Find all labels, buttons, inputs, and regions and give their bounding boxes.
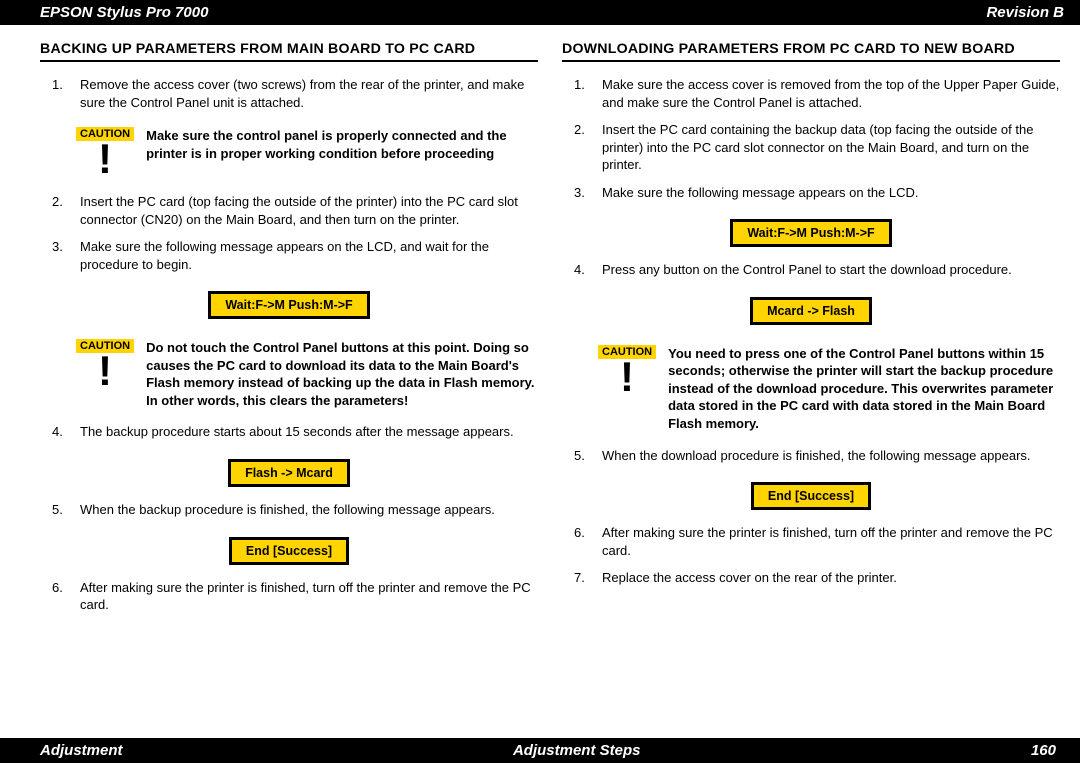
step-number: 4. (40, 423, 80, 441)
step-text: Remove the access cover (two screws) fro… (80, 76, 538, 111)
footer-center: Adjustment Steps (123, 742, 1031, 759)
step-text: Make sure the following message appears … (80, 238, 538, 273)
content-area: BACKING UP PARAMETERS FROM MAIN BOARD TO… (0, 25, 1080, 738)
list-item: 2. Insert the PC card (top facing the ou… (40, 193, 538, 228)
caution-block: CAUTION ! You need to press one of the C… (598, 345, 1060, 433)
list-item: 6. After making sure the printer is fini… (40, 579, 538, 614)
step-text: The backup procedure starts about 15 sec… (80, 423, 538, 441)
step-number: 5. (562, 447, 602, 465)
step-text: Make sure the access cover is removed fr… (602, 76, 1060, 111)
lcd-display: Mcard -> Flash (562, 297, 1060, 325)
download-steps-cont2: 5. When the download procedure is finish… (562, 447, 1060, 475)
footer-bar: Adjustment Adjustment Steps 160 (0, 738, 1080, 763)
lcd-message: End [Success] (751, 482, 871, 510)
revision-label: Revision B (986, 4, 1064, 21)
backup-steps-cont3: 5. When the backup procedure is finished… (40, 501, 538, 529)
caution-text: Make sure the control panel is properly … (146, 127, 538, 162)
list-item: 4. Press any button on the Control Panel… (562, 261, 1060, 279)
exclamation-icon: ! (83, 139, 127, 179)
download-steps-cont: 4. Press any button on the Control Panel… (562, 261, 1060, 289)
backup-steps-cont2: 4. The backup procedure starts about 15 … (40, 423, 538, 451)
list-item: 4. The backup procedure starts about 15 … (40, 423, 538, 441)
step-text: When the download procedure is finished,… (602, 447, 1060, 465)
backup-steps-cont: 2. Insert the PC card (top facing the ou… (40, 193, 538, 283)
download-steps-cont3: 6. After making sure the printer is fini… (562, 524, 1060, 597)
caution-icon: CAUTION ! (76, 127, 134, 179)
lcd-message: Wait:F->M Push:M->F (208, 291, 369, 319)
lcd-message: Flash -> Mcard (228, 459, 350, 487)
list-item: 3. Make sure the following message appea… (562, 184, 1060, 202)
step-text: Insert the PC card (top facing the outsi… (80, 193, 538, 228)
step-text: Insert the PC card containing the backup… (602, 121, 1060, 174)
step-number: 6. (40, 579, 80, 614)
caution-block: CAUTION ! Make sure the control panel is… (76, 127, 538, 179)
exclamation-icon: ! (83, 351, 127, 391)
step-number: 3. (562, 184, 602, 202)
backup-steps-cont4: 6. After making sure the printer is fini… (40, 579, 538, 624)
caution-block: CAUTION ! Do not touch the Control Panel… (76, 339, 538, 409)
page-number: 160 (1031, 742, 1056, 759)
caution-icon: CAUTION ! (76, 339, 134, 391)
lcd-display: End [Success] (40, 537, 538, 565)
doc-title: EPSON Stylus Pro 7000 (40, 4, 208, 21)
step-number: 2. (40, 193, 80, 228)
step-number: 1. (40, 76, 80, 111)
exclamation-icon: ! (605, 357, 649, 397)
step-number: 1. (562, 76, 602, 111)
step-text: When the backup procedure is finished, t… (80, 501, 538, 519)
step-number: 4. (562, 261, 602, 279)
right-column: DOWNLOADING PARAMETERS FROM PC CARD TO N… (562, 41, 1060, 728)
section-title-backup: BACKING UP PARAMETERS FROM MAIN BOARD TO… (40, 41, 538, 62)
list-item: 7. Replace the access cover on the rear … (562, 569, 1060, 587)
step-number: 7. (562, 569, 602, 587)
caution-icon: CAUTION ! (598, 345, 656, 397)
header-bar: EPSON Stylus Pro 7000 Revision B (0, 0, 1080, 25)
step-number: 5. (40, 501, 80, 519)
section-title-download: DOWNLOADING PARAMETERS FROM PC CARD TO N… (562, 41, 1060, 62)
step-text: After making sure the printer is finishe… (80, 579, 538, 614)
step-number: 3. (40, 238, 80, 273)
list-item: 3. Make sure the following message appea… (40, 238, 538, 273)
step-text: After making sure the printer is finishe… (602, 524, 1060, 559)
list-item: 6. After making sure the printer is fini… (562, 524, 1060, 559)
list-item: 5. When the backup procedure is finished… (40, 501, 538, 519)
lcd-display: Flash -> Mcard (40, 459, 538, 487)
backup-steps: 1. Remove the access cover (two screws) … (40, 76, 538, 121)
lcd-message: Mcard -> Flash (750, 297, 872, 325)
lcd-message: End [Success] (229, 537, 349, 565)
list-item: 1. Remove the access cover (two screws) … (40, 76, 538, 111)
step-number: 6. (562, 524, 602, 559)
lcd-display: Wait:F->M Push:M->F (40, 291, 538, 319)
lcd-display: End [Success] (562, 482, 1060, 510)
left-column: BACKING UP PARAMETERS FROM MAIN BOARD TO… (40, 41, 538, 728)
download-steps: 1. Make sure the access cover is removed… (562, 76, 1060, 211)
manual-page: EPSON Stylus Pro 7000 Revision B BACKING… (0, 0, 1080, 763)
footer-left: Adjustment (40, 742, 123, 759)
list-item: 5. When the download procedure is finish… (562, 447, 1060, 465)
lcd-display: Wait:F->M Push:M->F (562, 219, 1060, 247)
step-text: Replace the access cover on the rear of … (602, 569, 1060, 587)
caution-text: Do not touch the Control Panel buttons a… (146, 339, 538, 409)
lcd-message: Wait:F->M Push:M->F (730, 219, 891, 247)
step-number: 2. (562, 121, 602, 174)
step-text: Make sure the following message appears … (602, 184, 1060, 202)
list-item: 2. Insert the PC card containing the bac… (562, 121, 1060, 174)
list-item: 1. Make sure the access cover is removed… (562, 76, 1060, 111)
caution-text: You need to press one of the Control Pan… (668, 345, 1060, 433)
step-text: Press any button on the Control Panel to… (602, 261, 1060, 279)
